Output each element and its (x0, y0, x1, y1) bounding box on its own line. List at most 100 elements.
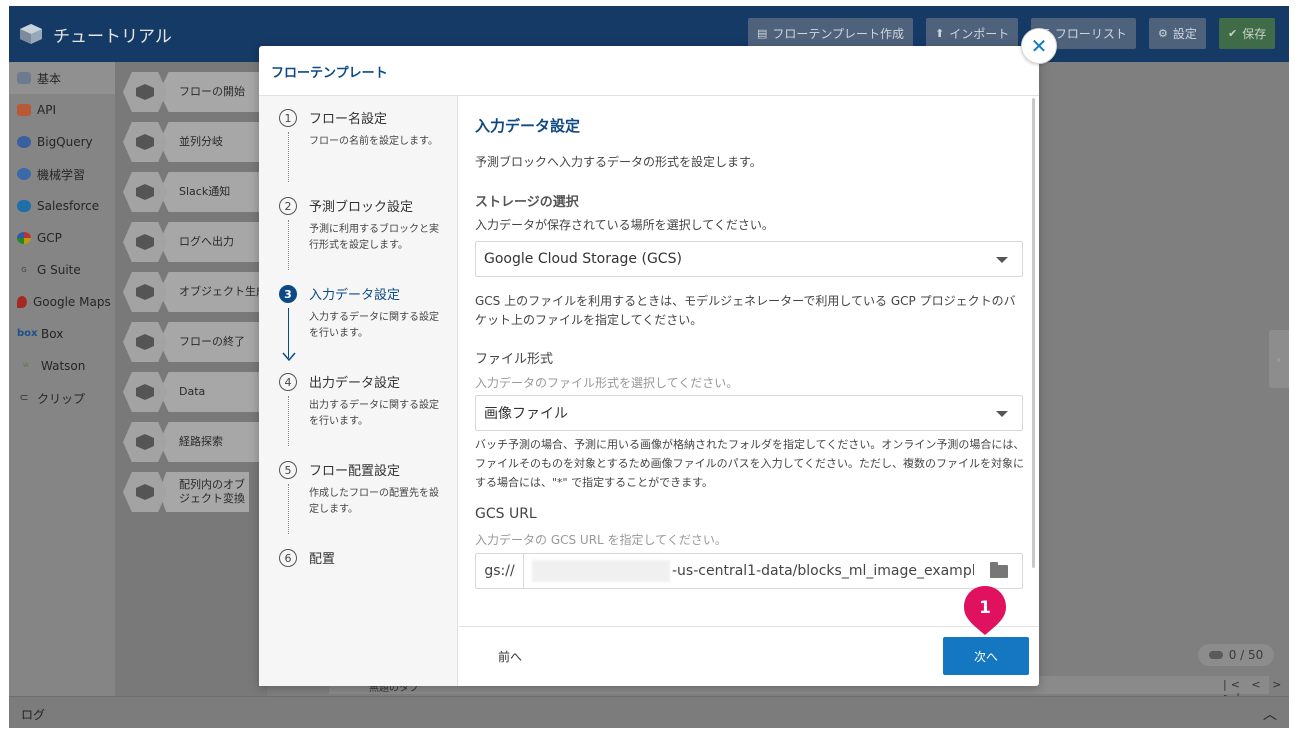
log-bar[interactable]: ログ ︿ (9, 696, 1289, 728)
blocks-logo-icon (136, 234, 154, 250)
folder-icon[interactable] (990, 562, 1008, 578)
import-label: インポート (949, 27, 1010, 41)
block-hex (123, 172, 167, 212)
close-dialog-button[interactable]: ✕ (1021, 28, 1057, 64)
block-hex (123, 222, 167, 262)
block-item[interactable]: Slack通知 (123, 172, 279, 212)
step-description: フローの名前を設定します。 (309, 136, 438, 147)
block-item[interactable]: フローの開始 (123, 72, 279, 112)
step-output-data[interactable]: 4 出力データ設定 出力するデータに関する設定を行います。 (279, 372, 454, 452)
sidebar-item-gcp[interactable]: GCP (9, 222, 115, 254)
step-connector (288, 220, 289, 270)
file-format-hint: 入力データのファイル形式を選択してください。 (475, 376, 739, 390)
block-hex (123, 72, 167, 112)
next-button[interactable]: 次へ (943, 637, 1029, 675)
gcs-url-hint: 入力データの GCS URL を指定してください。 (475, 533, 727, 547)
sidebar-item-label: G Suite (37, 263, 81, 277)
app-title: チュートリアル (53, 27, 172, 47)
step-name: フロー配置設定 (309, 464, 401, 479)
flow-template-button[interactable]: ▤ フローテンプレート作成 (748, 18, 914, 49)
sidebar-item-label: Salesforce (37, 199, 100, 213)
check-circle-icon: ✔ (1228, 27, 1238, 40)
step-deploy[interactable]: 6 配置 (279, 548, 454, 572)
sidebar-item-api[interactable]: API (9, 94, 115, 126)
blocks-logo-icon (136, 284, 154, 300)
sidebar-item-salesforce[interactable]: Salesforce (9, 190, 115, 222)
step-name: 予測ブロック設定 (309, 200, 414, 215)
step-name: フロー名設定 (309, 112, 388, 127)
map-pin-icon (17, 296, 27, 308)
salesforce-cloud-icon (17, 200, 31, 212)
sidebar-item-label: Google Maps (33, 295, 111, 309)
sidebar-item-basic[interactable]: 基本 (9, 62, 115, 94)
save-label: 保存 (1242, 27, 1267, 41)
step-content: 入力データ設定 予測ブロックへ入力するデータの形式を設定します。 ストレージの選… (459, 96, 1031, 626)
sidebar-item-box[interactable]: box Box (9, 318, 115, 350)
step-predict-block[interactable]: 2 予測ブロック設定 予測に利用するブロックと実行形式を設定します。 (279, 196, 454, 276)
box-icon: box (17, 328, 38, 339)
storage-heading: ストレージの選択 (475, 195, 579, 210)
block-item[interactable]: 並列分岐 (123, 122, 279, 162)
block-item[interactable]: Data (123, 372, 279, 412)
settings-button[interactable]: ⚙ 設定 (1149, 18, 1206, 49)
block-hex (123, 422, 167, 462)
flow-template-dialog: フローテンプレート 1 フロー名設定 フローの名前を設定します。 2 予測ブロッ… (259, 46, 1039, 686)
block-hex (123, 372, 167, 412)
storage-select[interactable]: Google Cloud Storage (GCS) (475, 241, 1023, 277)
step-description: 作成したフローの配置先を設定します。 (309, 488, 439, 515)
step-connector (288, 484, 289, 534)
gear-icon: ⚙ (1158, 27, 1168, 40)
gcs-url-label: GCS URL (475, 506, 537, 522)
file-format-select[interactable]: 画像ファイル (475, 395, 1023, 431)
file-format-selected-value: 画像ファイル (484, 406, 568, 422)
blocks-logo-icon (20, 24, 42, 44)
content-intro: 予測ブロックへ入力するデータの形式を設定します。 (475, 155, 762, 169)
content-heading: 入力データ設定 (475, 117, 581, 135)
block-hex (123, 122, 167, 162)
sidebar-item-ml[interactable]: 機械学習 (9, 158, 115, 190)
dialog-title: フローテンプレート (271, 66, 388, 81)
previous-button[interactable]: 前へ (498, 648, 522, 665)
sidebar-item-clip[interactable]: ⊂ クリップ (9, 382, 115, 414)
step-flow-placement[interactable]: 5 フロー配置設定 作成したフローの配置先を設定します。 (279, 460, 454, 540)
sidebar-item-google-maps[interactable]: Google Maps (9, 286, 115, 318)
step-flow-name[interactable]: 1 フロー名設定 フローの名前を設定します。 (279, 108, 454, 188)
flow-list-label: フローリスト (1054, 27, 1127, 41)
wizard-steps: 1 フロー名設定 フローの名前を設定します。 2 予測ブロック設定 予測に利用す… (259, 96, 458, 686)
block-palette: フローの開始 並列分岐 Slack通知 ログへ出力 オブジェクト生成 フローの終… (115, 62, 279, 696)
import-button[interactable]: ⬆ インポート (926, 18, 1019, 49)
gcs-url-prefix: gs:// (476, 554, 524, 588)
blocks-logo-icon (136, 84, 154, 100)
block-label: 配列内のオブジェクト変換 (159, 472, 249, 512)
flow-template-label: フローテンプレート作成 (772, 27, 905, 41)
step-number: 3 (279, 285, 297, 303)
block-item[interactable]: ログへ出力 (123, 222, 279, 262)
counter-value: 0 / 50 (1228, 648, 1264, 662)
blocks-logo-icon (136, 184, 154, 200)
block-item[interactable]: オブジェクト生成 (123, 272, 279, 312)
blocks-logo-icon (136, 484, 154, 500)
content-scrollbar[interactable] (1032, 98, 1035, 568)
block-item[interactable]: 配列内のオブジェクト変換 (123, 472, 273, 512)
step-number: 5 (279, 461, 297, 479)
panel-toggle-handle[interactable]: ‹ (1269, 330, 1289, 388)
step-connector (288, 396, 289, 446)
block-item[interactable]: フローの終了 (123, 322, 279, 362)
step-number: 2 (279, 197, 297, 215)
sidebar-item-gsuite[interactable]: G G Suite (9, 254, 115, 286)
block-counter: 0 / 50 (1198, 644, 1274, 666)
gcs-url-input[interactable]: gs:// -us-central1-data/blocks_ml_image_… (475, 553, 1023, 589)
gsuite-icon: G (21, 266, 27, 274)
redacted-bucket-name (532, 560, 670, 582)
blocks-logo-icon (17, 72, 31, 84)
pill-icon (1208, 651, 1223, 659)
sidebar-item-watson[interactable]: W Watson (9, 350, 115, 382)
bigquery-icon (17, 136, 31, 148)
upload-icon: ⬆ (935, 27, 945, 40)
block-item[interactable]: 経路探索 (123, 422, 279, 462)
sidebar-item-label: クリップ (37, 391, 86, 406)
step-input-data[interactable]: 3 入力データ設定 入力するデータに関する設定を行います。 (279, 284, 454, 364)
save-button[interactable]: ✔ 保存 (1219, 18, 1276, 49)
sidebar-item-bigquery[interactable]: BigQuery (9, 126, 115, 158)
chevron-up-icon[interactable]: ︿ (1263, 704, 1277, 724)
